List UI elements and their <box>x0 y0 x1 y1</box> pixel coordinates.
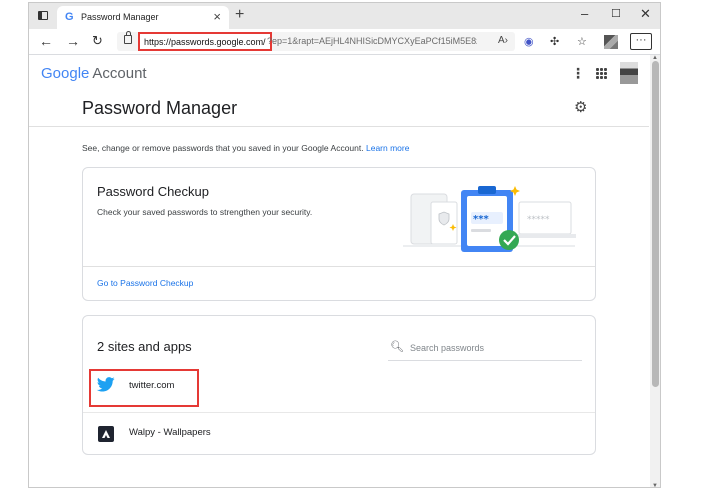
window-close-icon[interactable]: ✕ <box>640 6 651 22</box>
scrollbar-thumb[interactable] <box>652 61 659 387</box>
profile-avatar[interactable] <box>604 35 618 49</box>
svg-text:***: *** <box>473 214 489 225</box>
lock-icon[interactable] <box>124 31 132 44</box>
page-scrollbar[interactable]: ▲ ▼ <box>650 55 660 487</box>
password-checkup-card: Password Checkup Check your saved passwo… <box>82 167 596 301</box>
svg-text:*****: ***** <box>527 215 550 225</box>
extension-icon[interactable]: ◉ <box>524 35 534 48</box>
learn-more-link[interactable]: Learn more <box>366 143 409 153</box>
tab-password-manager[interactable]: G Password Manager × <box>57 6 229 29</box>
search-passwords-field[interactable]: 🔍︎ <box>388 336 582 361</box>
url-rest[interactable]: ?ep=1&rapt=AEjHL4NHISicDMYCXyEaPCf15iM5E… <box>267 36 477 46</box>
twitter-icon <box>97 377 115 392</box>
favorites-icon[interactable]: ☆ <box>577 35 587 48</box>
minimize-icon[interactable]: – <box>581 6 588 21</box>
sites-count-title: 2 sites and apps <box>97 339 192 354</box>
page-title: Password Manager <box>82 98 238 118</box>
tab-strip: G Password Manager × + – ☐ ✕ <box>29 3 660 29</box>
apps-grid-icon[interactable] <box>596 68 607 79</box>
extensions-puzzle-icon[interactable]: ✣ <box>550 35 559 48</box>
card-divider <box>83 266 595 267</box>
list-item-twitter[interactable]: twitter.com <box>83 366 595 408</box>
page-description: See, change or remove passwords that you… <box>82 143 409 153</box>
list-item-walpy[interactable]: Walpy - Wallpapers <box>83 412 595 454</box>
saved-passwords-card: 2 sites and apps 🔍︎ twitter.com Walpy - … <box>82 315 596 455</box>
maximize-icon[interactable]: ☐ <box>611 7 621 20</box>
tab-title: Password Manager <box>81 12 159 22</box>
google-account-logo[interactable]: Google Account <box>41 65 147 82</box>
checkup-subtitle: Check your saved passwords to strengthen… <box>97 207 313 217</box>
account-wordmark: Account <box>92 65 147 82</box>
tab-actions-icon[interactable] <box>38 11 48 20</box>
checkup-illustration: ***** *** <box>403 186 576 252</box>
settings-gear-icon[interactable]: ⚙ <box>574 98 587 116</box>
walpy-icon <box>98 426 114 442</box>
google-account-header: Google Account ⋮ <box>29 55 649 93</box>
more-options-icon[interactable]: ⋮ <box>571 65 585 82</box>
description-text: See, change or remove passwords that you… <box>82 143 364 153</box>
google-favicon-icon: G <box>65 11 74 23</box>
close-tab-icon[interactable]: × <box>213 9 221 24</box>
checkup-title: Password Checkup <box>97 184 209 199</box>
search-icon: 🔍︎ <box>390 341 404 353</box>
site-label: Walpy - Wallpapers <box>129 427 211 438</box>
forward-icon[interactable]: → <box>66 33 80 49</box>
back-icon[interactable]: ← <box>39 33 53 49</box>
more-menu-button[interactable]: ··· <box>630 33 652 50</box>
url-host-highlight[interactable]: https://passwords.google.com/ <box>138 32 272 51</box>
scroll-down-icon[interactable]: ▼ <box>652 483 658 487</box>
read-aloud-icon[interactable]: A› <box>498 35 508 46</box>
reload-icon[interactable]: ↻ <box>92 33 103 49</box>
page-content: Google Account ⋮ Password Manager ⚙ See, … <box>29 55 649 487</box>
google-wordmark: Google <box>41 65 90 82</box>
password-manager-bar: Password Manager ⚙ <box>29 93 649 127</box>
browser-toolbar: ← → ↻ https://passwords.google.com/ ?ep=… <box>29 29 660 55</box>
new-tab-button[interactable]: + <box>235 6 244 24</box>
site-label: twitter.com <box>129 380 175 391</box>
browser-window: G Password Manager × + – ☐ ✕ ← → ↻ https… <box>28 2 661 488</box>
address-bar[interactable]: https://passwords.google.com/ ?ep=1&rapt… <box>117 31 515 51</box>
go-to-password-checkup-link[interactable]: Go to Password Checkup <box>97 278 193 288</box>
search-input[interactable] <box>410 341 578 355</box>
account-avatar[interactable] <box>620 62 638 84</box>
